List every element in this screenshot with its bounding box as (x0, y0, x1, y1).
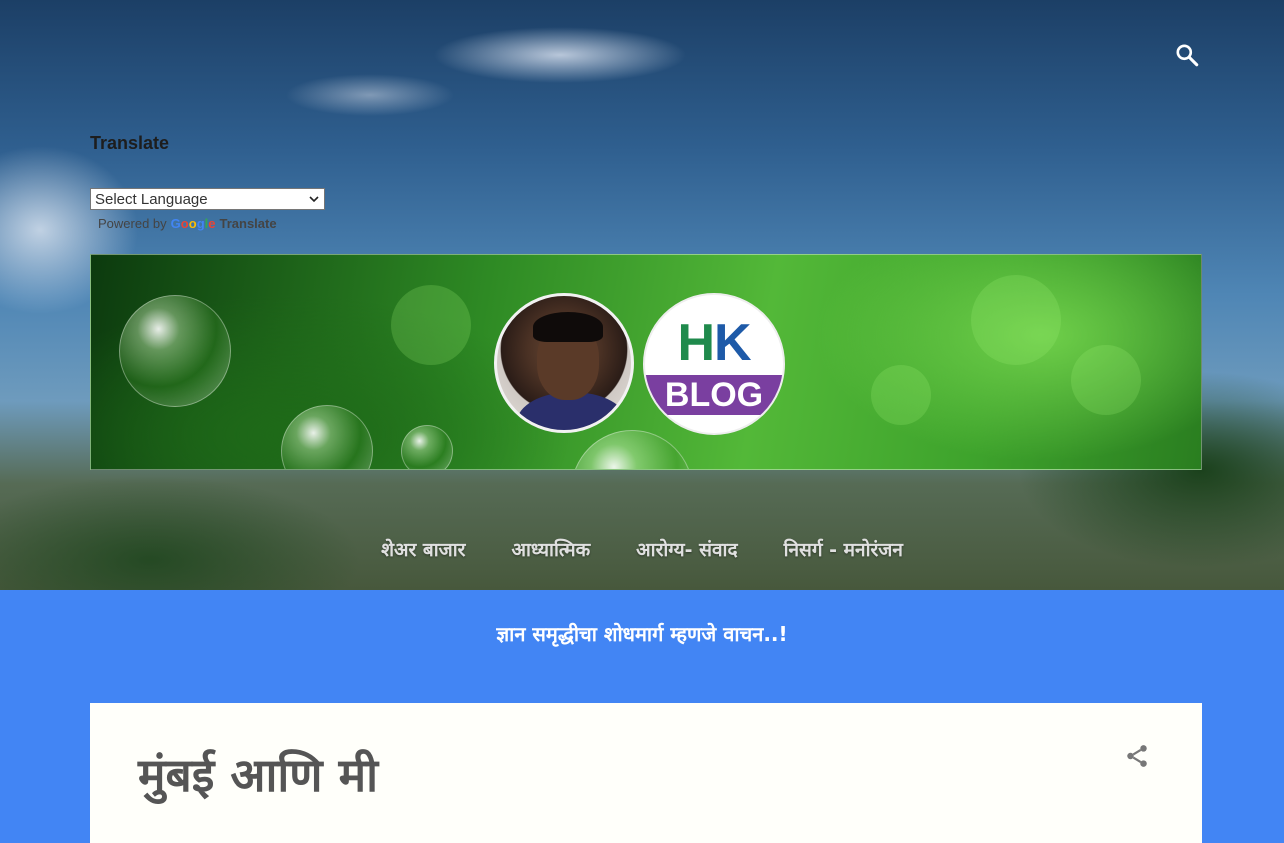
translate-widget-title: Translate (90, 133, 170, 153)
language-select[interactable]: Select Language (90, 188, 325, 210)
nav-item-share-market[interactable]: शेअर बाजार (381, 536, 465, 562)
blog-banner[interactable]: HK BLOG (90, 254, 1202, 470)
google-logo[interactable]: Google (171, 216, 216, 231)
header-hero: Translate Select Language Powered by Goo… (0, 0, 1284, 590)
logo-blog-band: BLOG (645, 375, 783, 415)
nav-item-spiritual[interactable]: आध्यात्मिक (511, 536, 590, 562)
powered-by-google: Powered by Google Translate (98, 216, 277, 231)
chevron-down-icon (309, 196, 319, 203)
language-select-value: Select Language (95, 190, 208, 208)
translate-link[interactable]: Translate (220, 216, 277, 231)
post-title[interactable]: मुंबई आणि मी (138, 743, 378, 805)
search-icon (1176, 44, 1199, 67)
hk-blog-logo: HK BLOG (643, 293, 785, 435)
nav-item-nature-entertainment[interactable]: निसर्ग - मनोरंजन (784, 536, 903, 562)
post-card: मुंबई आणि मी (90, 703, 1202, 843)
search-button[interactable] (1172, 40, 1202, 70)
nav-item-health[interactable]: आरोग्य- संवाद (636, 536, 737, 562)
powered-by-label: Powered by (98, 216, 167, 231)
share-icon (1127, 745, 1147, 767)
author-avatar (494, 293, 634, 433)
share-button[interactable] (1122, 741, 1152, 771)
main-nav: शेअर बाजार आध्यात्मिक आरोग्य- संवाद निसर… (0, 536, 1284, 562)
blog-tagline: ज्ञान समृद्धीचा शोधमार्ग म्हणजे वाचन..! (496, 622, 788, 646)
